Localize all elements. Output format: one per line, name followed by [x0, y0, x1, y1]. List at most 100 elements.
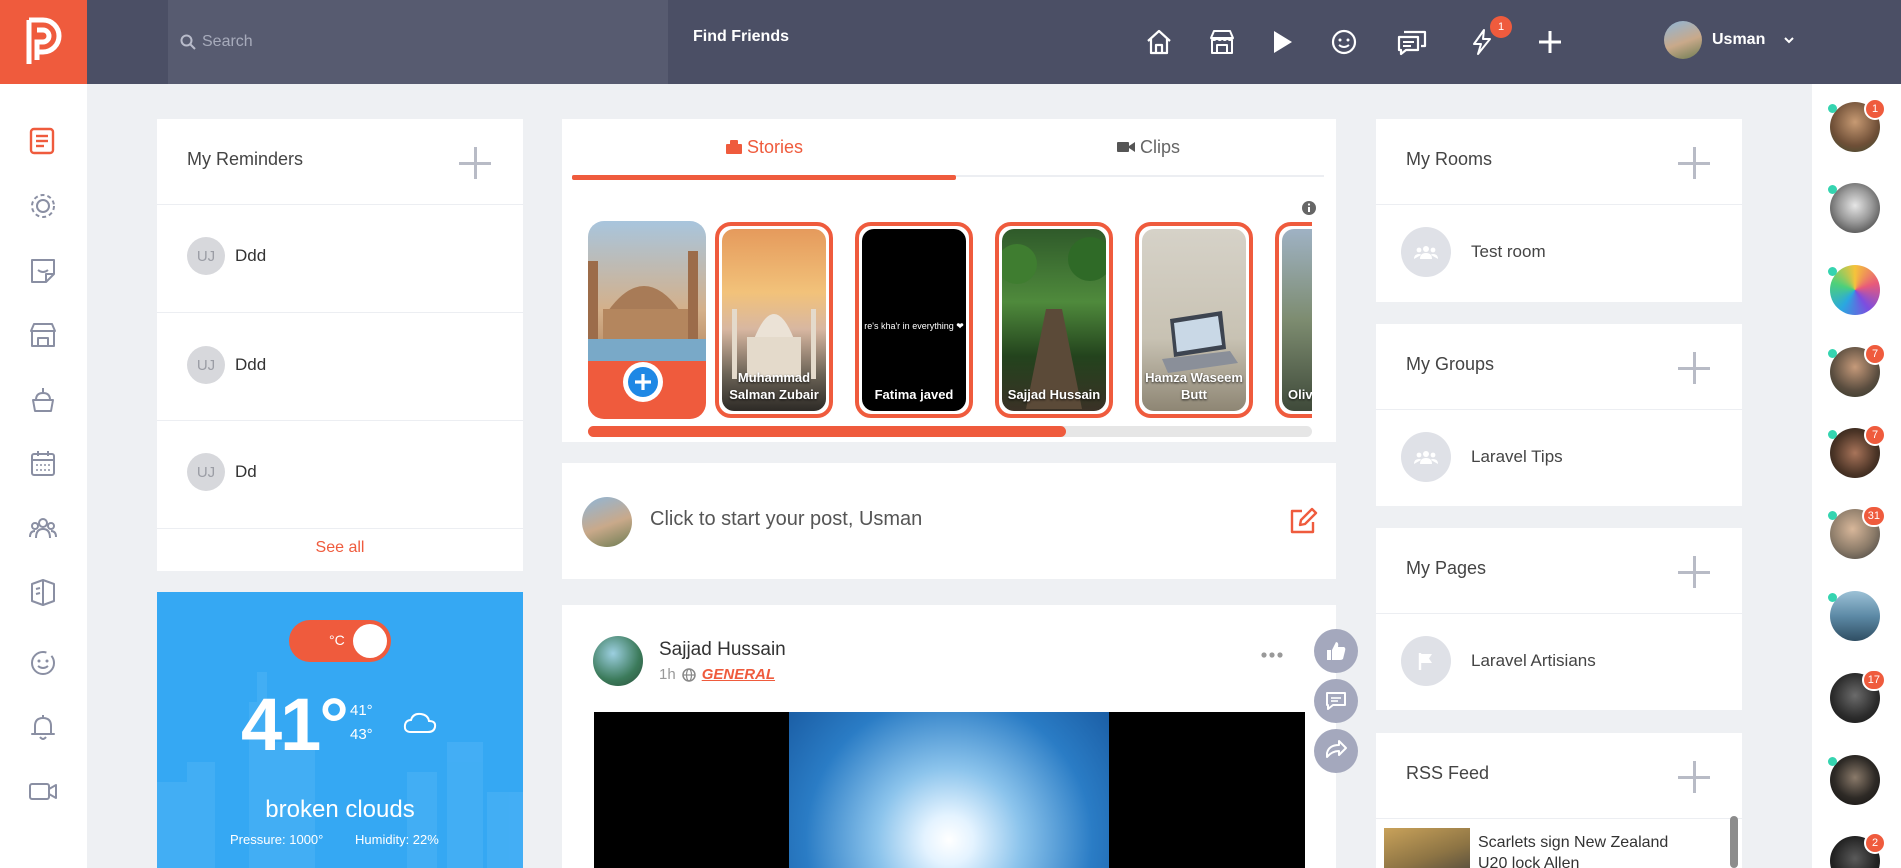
- contact-avatar[interactable]: [1828, 591, 1880, 641]
- find-friends-link[interactable]: Find Friends: [693, 28, 789, 46]
- more-options-icon[interactable]: [1260, 651, 1284, 659]
- my-rooms-card: My Rooms Test room: [1376, 119, 1742, 302]
- story-card[interactable]: Oliv: [1275, 222, 1312, 418]
- story-card[interactable]: re's kha'r in everything ❤ Fatima javed: [855, 222, 973, 418]
- contact-avatar[interactable]: [1828, 183, 1880, 233]
- contact-avatar[interactable]: 7: [1828, 424, 1886, 478]
- reminder-item[interactable]: UJ Ddd: [187, 237, 266, 275]
- forest-path-illustration: [1002, 237, 1106, 409]
- stories-scrollbar-thumb[interactable]: [588, 426, 1066, 437]
- contact-avatar[interactable]: [1828, 755, 1880, 805]
- group-item[interactable]: Laravel Tips: [1401, 432, 1563, 482]
- app-logo[interactable]: [0, 0, 87, 84]
- sticky-note-icon[interactable]: [26, 254, 60, 288]
- story-card[interactable]: Muhammad Salman Zubair: [715, 222, 833, 418]
- post-category[interactable]: GENERAL: [702, 666, 775, 683]
- temperature-high: 41°: [350, 702, 373, 719]
- humidity: Humidity: 22%: [355, 832, 439, 847]
- divider: [1376, 204, 1742, 205]
- mosque-illustration: [588, 251, 706, 361]
- messages-icon[interactable]: [1396, 26, 1428, 58]
- home-icon[interactable]: [1143, 26, 1175, 58]
- tab-clips-label: Clips: [1139, 137, 1180, 157]
- info-icon[interactable]: [1301, 200, 1317, 216]
- search-bar[interactable]: [168, 0, 668, 84]
- pages-icon[interactable]: [26, 575, 60, 609]
- contact-avatar[interactable]: 1: [1828, 98, 1886, 152]
- notification-badge: 1: [1490, 16, 1512, 38]
- marketplace-icon[interactable]: [1206, 26, 1238, 58]
- post-card: Sajjad Hussain 1h GENERAL: [562, 605, 1336, 868]
- rss-title: RSS Feed: [1406, 763, 1490, 783]
- share-button[interactable]: [1314, 729, 1358, 773]
- story-author: Hamza Waseem Butt: [1145, 370, 1243, 402]
- add-room-button[interactable]: [1676, 145, 1712, 181]
- see-all-link[interactable]: See all: [157, 539, 523, 557]
- my-pages-card: My Pages Laravel Artisians: [1376, 528, 1742, 710]
- post-composer[interactable]: Click to start your post, Usman: [562, 463, 1336, 579]
- groups-icon[interactable]: [26, 511, 60, 545]
- story-card[interactable]: Hamza Waseem Butt: [1135, 222, 1253, 418]
- marketplace-sidebar-icon[interactable]: [26, 318, 60, 352]
- create-plus-icon[interactable]: [1534, 26, 1566, 58]
- stories-scrollbar[interactable]: [588, 426, 1312, 437]
- settings-icon[interactable]: [26, 189, 60, 223]
- post-media[interactable]: [594, 712, 1305, 868]
- contact-avatar[interactable]: 17: [1830, 669, 1886, 723]
- composer-placeholder[interactable]: Click to start your post, Usman: [650, 508, 922, 531]
- add-group-button[interactable]: [1676, 350, 1712, 386]
- story-card[interactable]: Sajjad Hussain: [995, 222, 1113, 418]
- flag-icon: [1401, 636, 1451, 686]
- smiley-icon[interactable]: [1328, 26, 1360, 58]
- add-rss-button[interactable]: [1676, 759, 1712, 795]
- story-card-partial[interactable]: Oliv: [1275, 222, 1312, 418]
- contact-avatar[interactable]: 2: [1830, 832, 1886, 868]
- calendar-icon[interactable]: [26, 446, 60, 480]
- logo-icon: [26, 17, 61, 64]
- room-item[interactable]: Test room: [1401, 227, 1546, 277]
- unread-badge: 1: [1864, 98, 1886, 120]
- video-play-icon[interactable]: [1266, 26, 1298, 58]
- sky-image: [789, 712, 1109, 868]
- add-story-card[interactable]: [588, 221, 706, 419]
- reminder-avatar: UJ: [187, 237, 225, 275]
- post-author-avatar[interactable]: [593, 636, 643, 686]
- reminder-item[interactable]: UJ Dd: [187, 453, 257, 491]
- tab-clips[interactable]: Clips: [956, 137, 1340, 158]
- reminder-item[interactable]: UJ Ddd: [187, 346, 266, 384]
- rss-thumbnail[interactable]: [1384, 828, 1470, 868]
- newsfeed-icon[interactable]: [26, 124, 60, 158]
- rss-feed-card: RSS Feed Scarlets sign New Zealand U20 l…: [1376, 733, 1742, 868]
- add-story-button[interactable]: [623, 362, 663, 402]
- user-menu[interactable]: Usman: [1664, 21, 1795, 59]
- bell-icon[interactable]: [26, 710, 60, 744]
- rss-headline[interactable]: Scarlets sign New Zealand U20 lock Allen: [1478, 832, 1678, 868]
- search-input[interactable]: [202, 33, 642, 51]
- pages-title: My Pages: [1406, 558, 1487, 578]
- contact-avatar[interactable]: [1828, 265, 1880, 315]
- comment-button[interactable]: [1314, 679, 1358, 723]
- edit-icon[interactable]: [1288, 506, 1318, 536]
- tab-stories[interactable]: Stories: [572, 137, 956, 158]
- add-reminder-button[interactable]: [457, 145, 493, 181]
- temperature-unit-label: °C: [329, 632, 345, 648]
- post-time: 1h: [659, 666, 676, 683]
- smiley-sidebar-icon[interactable]: [26, 646, 60, 680]
- like-button[interactable]: [1314, 629, 1358, 673]
- video-camera-icon: [1116, 142, 1135, 152]
- rss-scrollbar[interactable]: [1730, 816, 1738, 868]
- comment-icon: [1326, 692, 1346, 710]
- post-author-name[interactable]: Sajjad Hussain: [659, 639, 786, 661]
- video-camera-icon[interactable]: [26, 774, 60, 808]
- notifications-icon[interactable]: 1: [1466, 16, 1512, 58]
- groups-title: My Groups: [1406, 354, 1495, 374]
- story-author: Oliv: [1288, 387, 1312, 402]
- birthday-cake-icon[interactable]: [26, 382, 60, 416]
- reminder-text: Dd: [235, 462, 257, 481]
- contact-avatar[interactable]: 31: [1828, 505, 1886, 559]
- temperature-low: 43°: [350, 726, 373, 743]
- add-page-button[interactable]: [1676, 554, 1712, 590]
- page-item[interactable]: Laravel Artisians: [1401, 636, 1596, 686]
- contact-avatar[interactable]: 7: [1828, 343, 1886, 397]
- temperature-unit-toggle[interactable]: °C: [289, 620, 391, 662]
